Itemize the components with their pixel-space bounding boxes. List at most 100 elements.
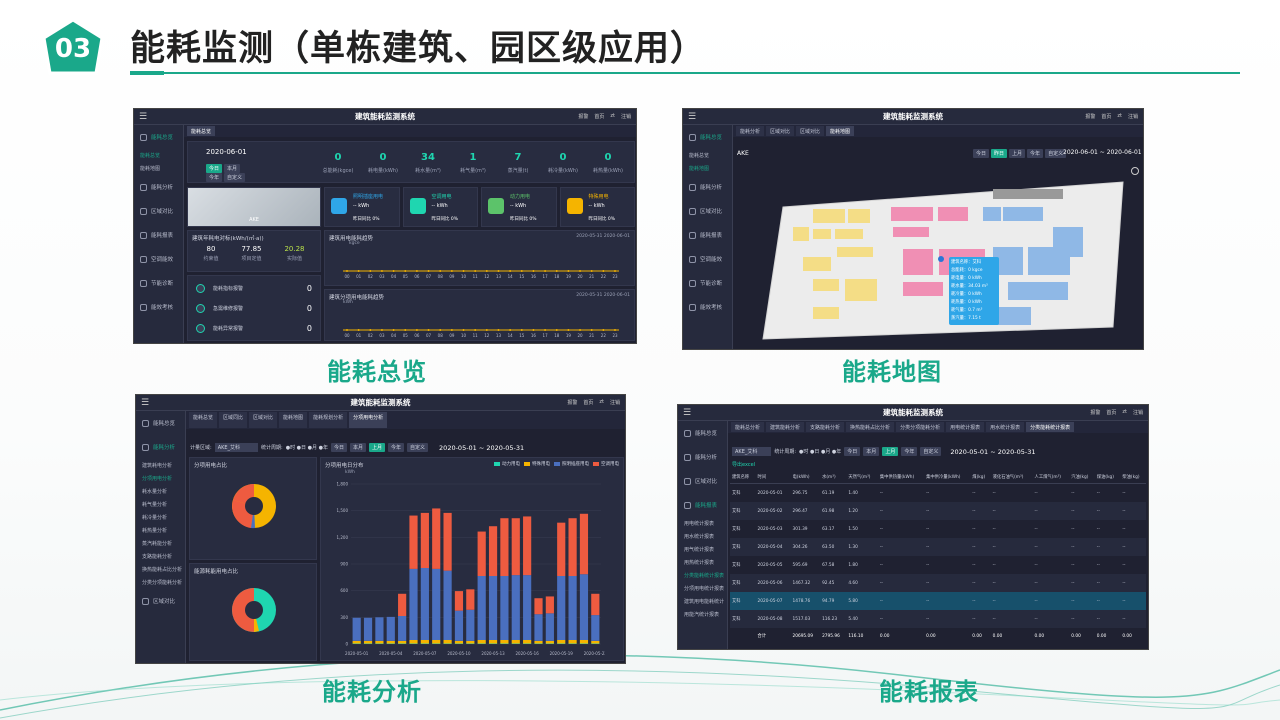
column-header[interactable]: 天然气(m³) bbox=[846, 471, 878, 484]
report-tab[interactable]: 分类能耗统计报表 bbox=[1026, 422, 1075, 432]
analysis-subitem[interactable]: 分项用电分析 bbox=[136, 472, 185, 485]
analysis-tab[interactable]: 区域同比 bbox=[219, 412, 248, 428]
analysis-subitem[interactable]: 耗冷量分析 bbox=[136, 511, 185, 524]
home-link[interactable]: 首页 bbox=[594, 113, 604, 120]
category-card[interactable]: 特殊用电 -- kWh 昨日同比 0% bbox=[559, 187, 635, 227]
report-tab[interactable]: 建筑能耗分析 bbox=[766, 422, 805, 432]
sidebar-item-assess[interactable]: 能效考核 bbox=[134, 295, 183, 319]
report-subitem[interactable]: 用热统计报表 bbox=[678, 556, 727, 569]
btn-custom[interactable]: 自定义 bbox=[920, 447, 942, 456]
column-header[interactable]: 柴油(kg) bbox=[1120, 471, 1146, 484]
tab-overview[interactable]: 能耗总览 bbox=[187, 126, 216, 136]
tab-1[interactable]: 能耗分析 bbox=[736, 126, 765, 136]
user-link[interactable]: zt bbox=[1117, 113, 1122, 120]
report-subitem[interactable]: 用能汽统计报表 bbox=[678, 608, 727, 621]
area-select[interactable]: AKE_艾科 bbox=[732, 447, 772, 456]
report-tab[interactable]: 用电统计报表 bbox=[946, 422, 985, 432]
btn-month[interactable]: 本月 bbox=[224, 164, 241, 173]
menu-icon[interactable]: ☰ bbox=[139, 112, 147, 122]
report-subitem[interactable]: 分项用电统计报表 bbox=[678, 582, 727, 595]
analysis-tab[interactable]: 能耗总览 bbox=[189, 412, 218, 428]
home-link[interactable]: 首页 bbox=[583, 399, 593, 406]
btn-lastmonth[interactable]: 上月 bbox=[369, 443, 386, 452]
btn-year[interactable]: 今年 bbox=[901, 447, 918, 456]
table-row[interactable]: 艾科 2020-05-08 1517.03 116.23 5.40 -- -- -- -- -- -… bbox=[730, 610, 1146, 628]
report-tab[interactable]: 换热能耗占比分析 bbox=[846, 422, 895, 432]
sidebar-item-diagnosis[interactable]: 节能诊断 bbox=[683, 271, 732, 295]
sidebar-item-report[interactable]: 能耗报表 bbox=[134, 223, 183, 247]
report-subitem[interactable]: 用水统计报表 bbox=[678, 530, 727, 543]
campus-map[interactable] bbox=[753, 167, 1133, 345]
sidebar-item-overview[interactable]: 能耗总览 bbox=[134, 125, 183, 149]
report-tab[interactable]: 用水统计报表 bbox=[986, 422, 1025, 432]
column-header[interactable]: 集中供热量(kWh) bbox=[877, 471, 925, 484]
home-link[interactable]: 首页 bbox=[1101, 113, 1111, 120]
analysis-subitem[interactable]: 建筑耗电分析 bbox=[136, 459, 185, 472]
sidebar-item-analysis[interactable]: 能耗分析 bbox=[683, 175, 732, 199]
btn-today[interactable]: 今日 bbox=[844, 447, 861, 456]
alarm-row[interactable]: 能耗异常报警 0 bbox=[196, 323, 312, 333]
alarm-link[interactable]: 报警 bbox=[1085, 113, 1095, 120]
subitem-map[interactable]: 能耗地图 bbox=[683, 162, 732, 175]
logout-link[interactable]: 注销 bbox=[1128, 113, 1138, 120]
subitem-overview[interactable]: 能耗总览 bbox=[134, 149, 183, 162]
logout-link[interactable]: 注销 bbox=[621, 113, 631, 120]
btn-year[interactable]: 今年 bbox=[206, 173, 223, 182]
column-header[interactable]: 汽油(kg) bbox=[1069, 471, 1095, 484]
period-radios[interactable]: ●时 ●日 ●月 ●年 bbox=[799, 448, 841, 455]
sidebar-item-analysis[interactable]: 能耗分析 bbox=[134, 175, 183, 199]
sidebar-item-compare[interactable]: 区域对比 bbox=[683, 199, 732, 223]
compass-icon[interactable] bbox=[1131, 167, 1139, 175]
logout-link[interactable]: 注销 bbox=[1133, 409, 1143, 416]
tab-2[interactable]: 区域对比 bbox=[766, 126, 795, 136]
sidebar-item-overview[interactable]: 能耗总览 bbox=[136, 411, 185, 435]
category-card[interactable]: 动力用电 -- kWh 昨日同比 0% bbox=[481, 187, 557, 227]
table-row[interactable]: 艾科 2020-05-03 301.39 63.17 1.50 -- -- -- -- -- -- -… bbox=[730, 520, 1146, 538]
alarm-link[interactable]: 报警 bbox=[578, 113, 588, 120]
btn-today[interactable]: 今日 bbox=[330, 443, 347, 452]
btn-year[interactable]: 今年 bbox=[1027, 149, 1044, 158]
report-tab[interactable]: 能耗总分析 bbox=[731, 422, 765, 432]
sidebar-item-report[interactable]: 能耗报表 bbox=[683, 223, 732, 247]
category-card[interactable]: 空调用电 -- kWh 昨日同比 0% bbox=[402, 187, 478, 227]
table-row[interactable]: 艾科 2020-05-04 304.26 63.50 1.30 -- -- -- -- -- -- -… bbox=[730, 538, 1146, 556]
subitem-map[interactable]: 能耗地图 bbox=[134, 162, 183, 175]
analysis-tab[interactable]: 能耗规划分析 bbox=[309, 412, 348, 428]
sidebar-item-compare[interactable]: 区域对比 bbox=[134, 199, 183, 223]
btn-custom[interactable]: 自定义 bbox=[224, 173, 246, 182]
btn-lastmonth[interactable]: 上月 bbox=[1009, 149, 1026, 158]
analysis-subitem[interactable]: 换热能耗占比分析 bbox=[136, 563, 185, 576]
analysis-tab[interactable]: 能耗地图 bbox=[279, 412, 308, 428]
report-tab[interactable]: 分类分项能耗分析 bbox=[896, 422, 945, 432]
column-header[interactable]: 人工煤气(m³) bbox=[1032, 471, 1070, 484]
btn-custom[interactable]: 自定义 bbox=[407, 443, 429, 452]
btn-month[interactable]: 本月 bbox=[349, 443, 366, 452]
analysis-subitem[interactable]: 支路能耗分析 bbox=[136, 550, 185, 563]
category-card[interactable]: 照明插座用电 -- kWh 昨日同比 0% bbox=[324, 187, 400, 227]
sidebar-item-compare[interactable]: 区域对比 bbox=[678, 469, 727, 493]
sidebar-item-overview[interactable]: 能耗总览 bbox=[678, 421, 727, 445]
table-row[interactable]: 艾科 2020-05-06 1467.32 92.45 4.60 -- -- -- -- -- --… bbox=[730, 574, 1146, 592]
column-header[interactable]: 水(m³) bbox=[820, 471, 847, 484]
menu-icon[interactable]: ☰ bbox=[688, 112, 696, 122]
subitem-overview[interactable]: 能耗总览 bbox=[683, 149, 732, 162]
sidebar-item-diagnosis[interactable]: 节能诊断 bbox=[134, 271, 183, 295]
report-tab[interactable]: 支路能耗分析 bbox=[806, 422, 845, 432]
table-row[interactable]: 艾科 2020-05-02 296.47 61.98 1.20 -- -- -- -- -- -- -… bbox=[730, 502, 1146, 520]
area-select[interactable]: AKE_艾科 bbox=[214, 443, 259, 452]
column-header[interactable]: 煤油(kg) bbox=[1094, 471, 1121, 484]
sidebar-item-analysis[interactable]: 能耗分析 bbox=[136, 435, 185, 459]
btn-lastmonth[interactable]: 上月 bbox=[882, 447, 899, 456]
analysis-subitem[interactable]: 耗热量分析 bbox=[136, 524, 185, 537]
period-radios[interactable]: ●时 ●日 ●月 ●年 bbox=[286, 444, 328, 451]
table-row[interactable]: 艾科 2020-05-01 296.75 61.19 1.40 -- -- -- -- -- -- -… bbox=[730, 484, 1146, 503]
analysis-subitem[interactable]: 耗水量分析 bbox=[136, 485, 185, 498]
analysis-tab[interactable]: 区域对比 bbox=[249, 412, 278, 428]
alarm-link[interactable]: 报警 bbox=[567, 399, 577, 406]
btn-year[interactable]: 今年 bbox=[388, 443, 405, 452]
alarm-link[interactable]: 报警 bbox=[1090, 409, 1100, 416]
column-header[interactable]: 建筑名称 bbox=[730, 471, 756, 484]
alarm-row[interactable]: 能耗指标报警 0 bbox=[196, 283, 312, 293]
column-header[interactable]: 电(kWh) bbox=[790, 471, 821, 484]
btn-today[interactable]: 今日 bbox=[973, 149, 990, 158]
